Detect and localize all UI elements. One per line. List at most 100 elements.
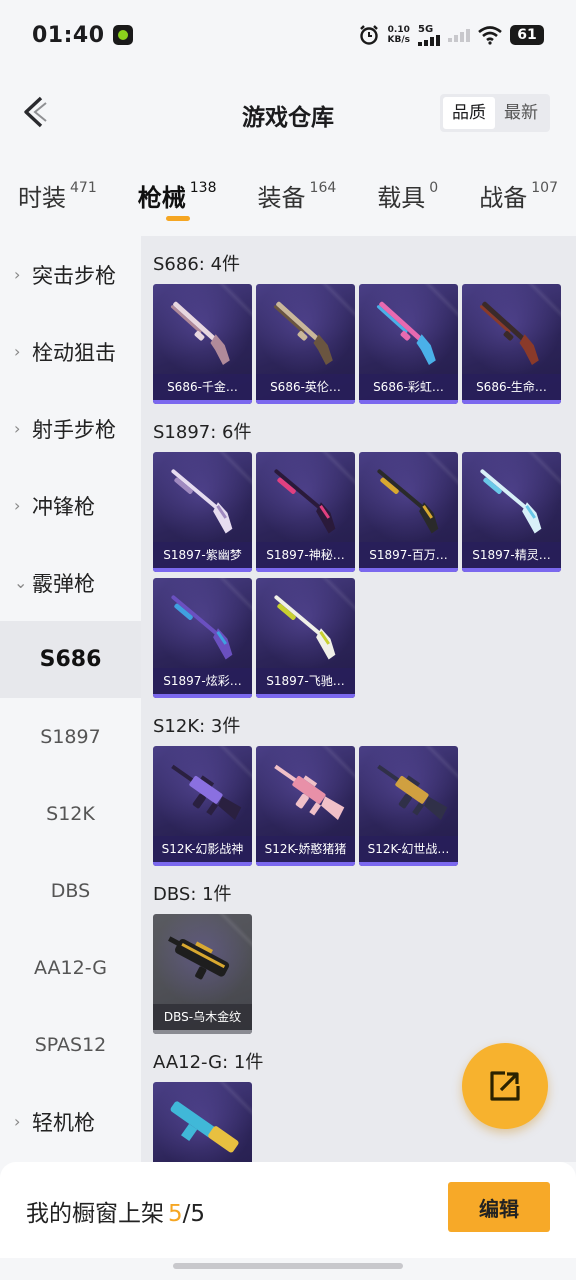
weapon-skin-name: S1897-神秘… — [256, 542, 355, 568]
weapon-skin-image — [273, 301, 333, 366]
rarity-bar — [153, 568, 252, 572]
sidebar-weapon[interactable]: AA12-G — [0, 929, 141, 1006]
weapon-list: S686: 4件 S686-千金… S686-英伦… S686-彩虹… S686-生命…… — [141, 236, 576, 1162]
sidebar-item-label: S1897 — [40, 725, 101, 748]
sidebar-item-label: AA12-G — [34, 956, 107, 979]
sidebar-weapon[interactable]: S686 — [0, 621, 141, 698]
weapon-skin-card[interactable]: S686-生命… — [462, 284, 561, 404]
rarity-bar — [153, 1030, 252, 1034]
weapon-skin-image — [377, 764, 448, 820]
share-out-icon — [490, 1071, 520, 1101]
weapon-skin-image — [171, 469, 233, 534]
sort-option-newest[interactable]: 最新 — [495, 97, 547, 129]
weapon-skin-name: S12K-幻世战… — [359, 836, 458, 862]
tab-1[interactable]: 枪械 138 — [138, 156, 217, 236]
tab-label: 时装 — [18, 184, 66, 212]
weapon-group-title: S12K: 3件 — [153, 716, 241, 737]
weapon-skin-card[interactable]: S1897-精灵… — [462, 452, 561, 572]
signal-bars-icon — [418, 35, 440, 46]
rarity-bar — [256, 568, 355, 572]
sidebar-weapon[interactable]: DBS — [0, 852, 141, 929]
chevron-right-icon: › — [14, 419, 21, 438]
sidebar-item-label: S12K — [46, 802, 95, 825]
rarity-bar — [153, 862, 252, 866]
signal-label: 5G — [418, 24, 434, 35]
weapon-skin-image — [170, 1101, 239, 1153]
weapon-skin-card[interactable]: S12K-幻世战… — [359, 746, 458, 866]
weapon-skin-name: S1897-百万… — [359, 542, 458, 568]
weapon-skin-name: S686-生命… — [462, 374, 561, 400]
weapon-skin-name: S686-彩虹… — [359, 374, 458, 400]
sidebar-item-label: 栓动狙击 — [32, 340, 116, 365]
weapon-skin-card[interactable]: S1897-百万… — [359, 452, 458, 572]
sort-option-quality[interactable]: 品质 — [443, 97, 495, 129]
showcase-label: 我的橱窗上架 — [26, 1201, 164, 1227]
signal-weak-icon — [448, 29, 470, 42]
battery-indicator: 61 — [510, 25, 544, 45]
showcase-bar: 我的橱窗上架 5 / 5 编辑 — [0, 1162, 576, 1258]
tab-2[interactable]: 装备 164 — [258, 156, 337, 236]
weapon-skin-image — [170, 301, 230, 366]
weapon-skin-grid: S686-千金… S686-英伦… S686-彩虹… S686-生命… — [153, 284, 573, 404]
status-time: 01:40 — [32, 22, 105, 48]
weapon-skin-name: S1897-炫彩… — [153, 668, 252, 694]
net-speed: 0.10 KB/s — [388, 25, 410, 45]
tab-label: 载具 — [377, 184, 426, 212]
sidebar-weapon[interactable]: S1897 — [0, 698, 141, 775]
share-fab-button[interactable] — [462, 1043, 548, 1129]
sidebar-category[interactable]: › 突击步枪 — [0, 236, 141, 313]
sidebar-weapon[interactable]: S12K — [0, 775, 141, 852]
rarity-bar — [256, 694, 355, 698]
weapon-skin-grid: S1897-紫幽梦 S1897-神秘… S1897-百万… S1897-精灵… S189… — [153, 452, 573, 698]
sidebar-category[interactable]: ⌄ 霰弹枪 — [0, 544, 141, 621]
weapon-skin-name: S1897-飞驰… — [256, 668, 355, 694]
weapon-skin-card[interactable]: DBS-乌木金纹 — [153, 914, 252, 1034]
rarity-bar — [359, 568, 458, 572]
weapon-skin-card[interactable]: S1897-飞驰… — [256, 578, 355, 698]
tab-0[interactable]: 时装 471 — [18, 156, 97, 236]
sidebar-category[interactable]: › 轻机枪 — [0, 1083, 141, 1160]
tab-count: 138 — [189, 180, 217, 196]
back-button[interactable] — [14, 92, 54, 132]
weapon-skin-grid: S12K-幻影战神 S12K-娇憨猪猪 S12K-幻世战… — [153, 746, 573, 866]
sidebar-weapon[interactable]: SPAS12 — [0, 1006, 141, 1083]
weapon-skin-card[interactable]: S12K-娇憨猪猪 — [256, 746, 355, 866]
weapon-skin-card[interactable]: S12K-幻影战神 — [153, 746, 252, 866]
showcase-total-count: 5 — [190, 1201, 206, 1227]
weapon-skin-card[interactable]: S686-千金… — [153, 284, 252, 404]
sidebar-category[interactable]: › 冲锋枪 — [0, 467, 141, 544]
tab-count: 471 — [70, 180, 97, 196]
rarity-bar — [256, 862, 355, 866]
chevron-right-icon: › — [14, 1112, 21, 1131]
weapon-skin-card[interactable]: S1897-炫彩… — [153, 578, 252, 698]
weapon-skin-name: S1897-紫幽梦 — [153, 542, 252, 568]
showcase-status: 我的橱窗上架 5 / 5 — [26, 1194, 205, 1228]
weapon-skin-card[interactable]: S1897-紫幽梦 — [153, 452, 252, 572]
rarity-bar — [153, 400, 252, 404]
sidebar-item-label: 冲锋枪 — [32, 494, 95, 519]
weapon-skin-image — [377, 469, 439, 534]
sidebar-category[interactable]: › 射手步枪 — [0, 390, 141, 467]
weapon-skin-card[interactable] — [153, 1082, 252, 1162]
tab-3[interactable]: 载具 0 — [377, 156, 438, 236]
weapon-skin-image — [376, 301, 436, 366]
sidebar-item-label: 射手步枪 — [32, 417, 116, 442]
sidebar-category[interactable]: › 栓动狙击 — [0, 313, 141, 390]
sidebar-item-label: 轻机枪 — [32, 1110, 95, 1135]
net-speed-unit: KB/s — [387, 35, 410, 45]
weapon-skin-card[interactable]: S686-英伦… — [256, 284, 355, 404]
category-tabs: 时装 471 枪械 138 装备 164 载具 0 战备 107 — [0, 156, 576, 236]
sidebar-item-label: 霰弹枪 — [32, 571, 95, 596]
weapon-skin-card[interactable]: S686-彩虹… — [359, 284, 458, 404]
weapon-skin-card[interactable]: S1897-神秘… — [256, 452, 355, 572]
tab-count: 164 — [309, 180, 337, 196]
weapon-skin-name: S12K-娇憨猪猪 — [256, 836, 355, 862]
edit-button[interactable]: 编辑 — [448, 1182, 550, 1232]
weapon-skin-image — [480, 469, 542, 534]
weapon-skin-image — [274, 764, 345, 820]
tab-4[interactable]: 战备 107 — [479, 156, 558, 236]
weapon-skin-image — [479, 301, 539, 366]
weapon-group-title: S686: 4件 — [153, 254, 241, 275]
home-indicator[interactable] — [173, 1263, 403, 1269]
weapon-skin-name: S12K-幻影战神 — [153, 836, 252, 862]
